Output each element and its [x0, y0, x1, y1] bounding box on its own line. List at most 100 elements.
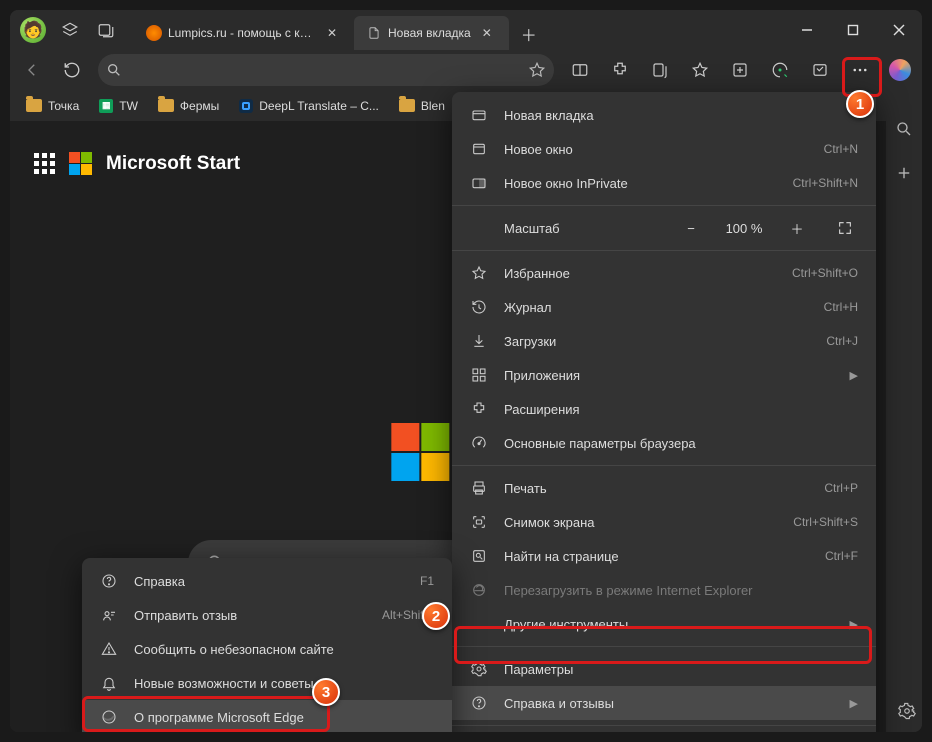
browser-window: 🧑 Lumpics.ru - помощь с компьюте ✕ Новая…: [10, 10, 922, 732]
menu-zoom-row: Масштаб − 100 % ＋: [452, 211, 876, 245]
maximize-button[interactable]: [830, 10, 876, 50]
menu-item-отправить-отзыв[interactable]: Отправить отзыв Alt+Shift+: [82, 598, 452, 632]
menu-item-label: Новая вкладка: [504, 108, 858, 123]
address-bar[interactable]: [98, 54, 554, 86]
history-icon: [470, 299, 488, 315]
copilot-icon: [889, 59, 911, 81]
menu-item-label: Избранное: [504, 266, 776, 281]
tab-lumpics[interactable]: Lumpics.ru - помощь с компьюте ✕: [134, 16, 354, 50]
copilot-button[interactable]: [882, 52, 918, 88]
fullscreen-button[interactable]: [832, 215, 858, 241]
menu-item-закрыть-microsoft-edge[interactable]: Закрыть Microsoft Edge: [452, 731, 876, 732]
sidebar-settings-icon[interactable]: [898, 702, 916, 720]
menu-item-приложения[interactable]: Приложения ▶: [452, 358, 876, 392]
menu-item-новые-возможности-и-советы[interactable]: Новые возможности и советы: [82, 666, 452, 700]
collections-button[interactable]: [722, 52, 758, 88]
bookmark-sheets-tw[interactable]: ▦TW: [91, 95, 146, 117]
address-input[interactable]: [130, 62, 520, 78]
menu-item-найти-на-странице[interactable]: Найти на странице Ctrl+F: [452, 539, 876, 573]
menu-item-расширения[interactable]: Расширения: [452, 392, 876, 426]
tab-new[interactable]: Новая вкладка ✕: [354, 16, 509, 50]
menu-item-новое-окно-inprivate[interactable]: Новое окно InPrivate Ctrl+Shift+N: [452, 166, 876, 200]
gauge-icon: [470, 435, 488, 451]
menu-item-label: Снимок экрана: [504, 515, 777, 530]
close-window-button[interactable]: [876, 10, 922, 50]
menu-item-label: Справка: [134, 574, 340, 589]
refresh-button[interactable]: [54, 52, 90, 88]
menu-item-справка[interactable]: Справка F1: [82, 564, 452, 598]
window-controls: [784, 10, 922, 50]
split-screen-button[interactable]: [562, 52, 598, 88]
menu-item-журнал[interactable]: Журнал Ctrl+H: [452, 290, 876, 324]
menu-item-shortcut: F1: [356, 574, 434, 588]
start-title: Microsoft Start: [106, 153, 240, 175]
annotation-callout-1: 1: [846, 90, 874, 118]
menu-item-новое-окно[interactable]: Новое окно Ctrl+N: [452, 132, 876, 166]
menu-item-о-программе-microsoft-edge[interactable]: О программе Microsoft Edge: [82, 700, 452, 732]
sidebar-search-icon[interactable]: [895, 120, 913, 138]
favorite-star-icon[interactable]: [528, 61, 546, 79]
close-icon[interactable]: ✕: [322, 26, 342, 40]
toolbar: [10, 50, 922, 90]
zoom-value: 100 %: [720, 221, 768, 236]
menu-item-новая-вкладка[interactable]: Новая вкладка: [452, 98, 876, 132]
bookmark-deepl[interactable]: DeepL Translate – С...: [231, 95, 387, 117]
performance-button[interactable]: [762, 52, 798, 88]
screenshot-icon: [470, 514, 488, 530]
workspaces-button[interactable]: [52, 12, 88, 48]
bookmark-folder-tochka[interactable]: Точка: [18, 95, 87, 117]
favicon-icon: [146, 25, 162, 41]
menu-item-сообщить-о-небезопасном-сайте[interactable]: Сообщить о небезопасном сайте: [82, 632, 452, 666]
bookmark-label: Точка: [48, 99, 79, 113]
download-icon: [470, 333, 488, 349]
menu-item-загрузки[interactable]: Загрузки Ctrl+J: [452, 324, 876, 358]
inprivate-icon: [470, 175, 488, 191]
folder-icon: [26, 99, 42, 112]
menu-item-печать[interactable]: Печать Ctrl+P: [452, 471, 876, 505]
menu-item-label: Новые возможности и советы: [134, 676, 434, 691]
menu-item-shortcut: Ctrl+P: [824, 481, 858, 495]
menu-item-label: Другие инструменты: [504, 617, 826, 632]
app-launcher-icon[interactable]: [34, 153, 55, 174]
puzzle-icon: [470, 401, 488, 417]
favorites-button[interactable]: [682, 52, 718, 88]
reading-list-button[interactable]: [642, 52, 678, 88]
minimize-button[interactable]: [784, 10, 830, 50]
ie-icon: [470, 582, 488, 598]
browser-essentials-button[interactable]: [802, 52, 838, 88]
menu-item-избранное[interactable]: Избранное Ctrl+Shift+O: [452, 256, 876, 290]
zoom-in-button[interactable]: ＋: [784, 215, 810, 241]
search-icon: [106, 62, 122, 78]
menu-item-перезагрузить-в-режиме-internet-explorer: Перезагрузить в режиме Internet Explorer: [452, 573, 876, 607]
back-button[interactable]: [14, 52, 50, 88]
help-icon: [100, 573, 118, 589]
feedback-icon: [100, 607, 118, 623]
extensions-button[interactable]: [602, 52, 638, 88]
menu-item-label: Масштаб: [504, 221, 662, 236]
close-icon[interactable]: ✕: [477, 26, 497, 40]
bookmark-label: TW: [119, 99, 138, 113]
menu-item-shortcut: Ctrl+N: [824, 142, 858, 156]
menu-item-параметры[interactable]: Параметры: [452, 652, 876, 686]
sidebar-add-icon[interactable]: [895, 164, 913, 182]
menu-item-справка-и-отзывы[interactable]: Справка и отзывы ▶: [452, 686, 876, 720]
bookmark-folder-blen[interactable]: Blen: [391, 95, 453, 117]
menu-item-другие-инструменты[interactable]: Другие инструменты ▶: [452, 607, 876, 641]
bookmark-label: DeepL Translate – С...: [259, 99, 379, 113]
menu-item-основные-параметры-браузера[interactable]: Основные параметры браузера: [452, 426, 876, 460]
tab-title: Новая вкладка: [388, 26, 471, 40]
menu-item-снимок-экрана[interactable]: Снимок экрана Ctrl+Shift+S: [452, 505, 876, 539]
menu-item-label: Перезагрузить в режиме Internet Explorer: [504, 583, 858, 598]
bell-icon: [100, 675, 118, 691]
menu-item-shortcut: Ctrl+Shift+S: [793, 515, 858, 529]
settings-and-more-button[interactable]: [842, 52, 878, 88]
new-tab-button[interactable]: ＋: [513, 18, 545, 50]
profile-avatar[interactable]: 🧑: [20, 17, 46, 43]
zoom-out-button[interactable]: −: [678, 215, 704, 241]
deepl-icon: [239, 99, 253, 113]
tab-actions-button[interactable]: [88, 12, 124, 48]
bookmark-folder-fermy[interactable]: Фермы: [150, 95, 227, 117]
star-icon: [470, 265, 488, 281]
annotation-callout-3: 3: [312, 678, 340, 706]
annotation-callout-2: 2: [422, 602, 450, 630]
